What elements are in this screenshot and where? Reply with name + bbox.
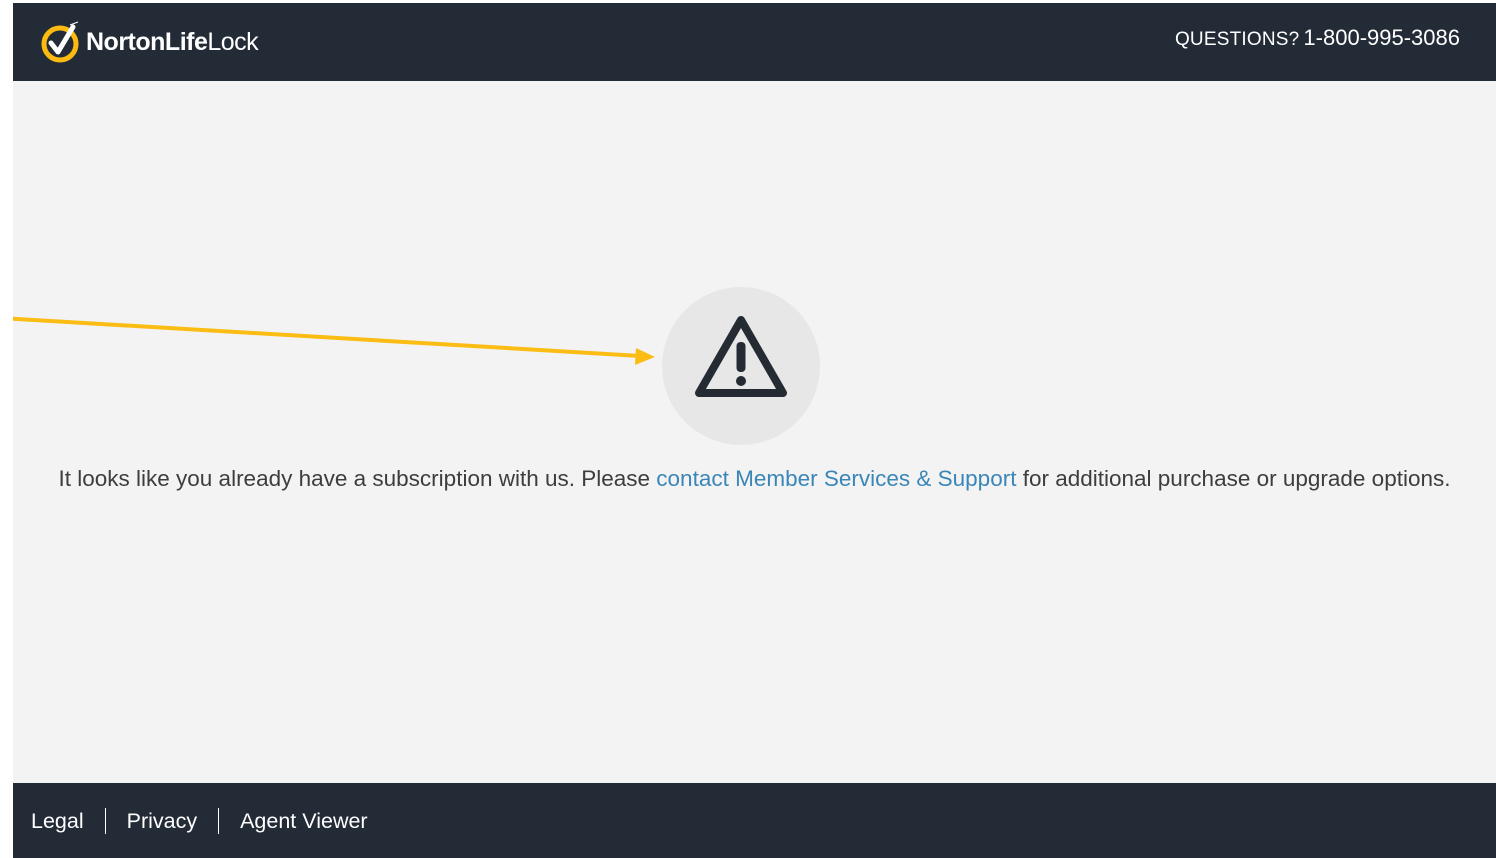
norton-lifelock-logo[interactable]: NortonLifeLock	[40, 17, 259, 67]
questions-phone: QUESTIONS? 1-800-995-3086	[1175, 25, 1460, 51]
questions-label: QUESTIONS?	[1174, 29, 1300, 50]
site-footer: Legal Privacy Agent Viewer	[13, 783, 1496, 858]
phone-number[interactable]: 1-800-995-3086	[1303, 25, 1460, 50]
warning-triangle-icon	[695, 316, 787, 397]
logo-wordmark-light: Lock	[207, 27, 259, 56]
logo-wordmark-bold: NortonLife	[86, 27, 208, 56]
contact-support-link[interactable]: contact Member Services & Support	[656, 466, 1016, 491]
footer-link-privacy[interactable]: Privacy	[106, 808, 218, 834]
page-frame: NortonLifeLock QUESTIONS? 1-800-995-3086 …	[13, 3, 1496, 858]
footer-link-agent-viewer[interactable]: Agent Viewer	[219, 808, 389, 834]
warning-icon-circle	[662, 287, 820, 445]
message-text-before: It looks like you already have a subscri…	[58, 466, 657, 491]
site-header: NortonLifeLock QUESTIONS? 1-800-995-3086	[13, 3, 1496, 81]
footer-link-legal[interactable]: Legal	[13, 808, 105, 834]
subscription-message: It looks like you already have a subscri…	[13, 466, 1496, 492]
message-text-after: for additional purchase or upgrade optio…	[1016, 466, 1451, 491]
checkmark-logo-icon	[41, 21, 79, 63]
logo-wordmark: NortonLifeLock	[86, 27, 259, 57]
